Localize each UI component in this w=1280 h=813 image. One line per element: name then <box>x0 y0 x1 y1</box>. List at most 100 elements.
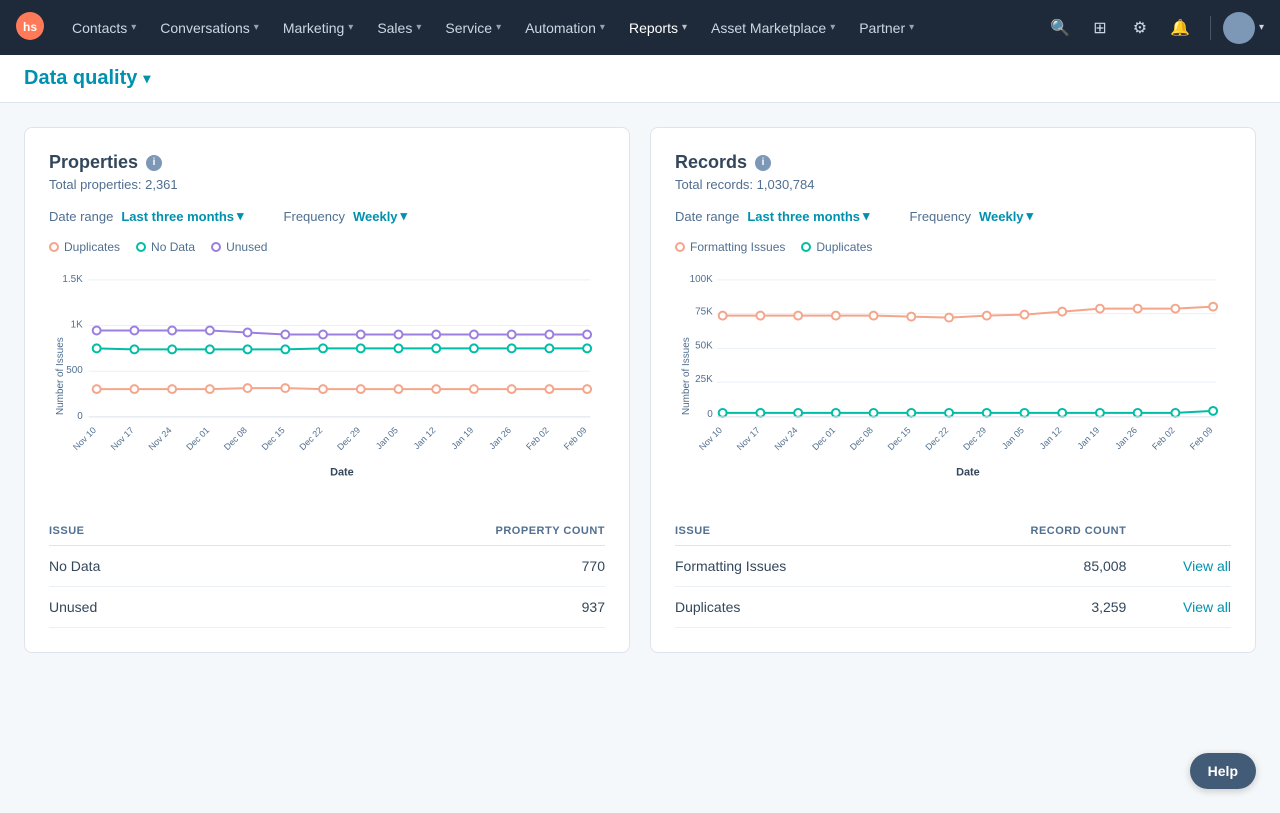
user-menu-button[interactable]: ▾ <box>1223 12 1264 44</box>
formatting-dot <box>832 312 840 320</box>
svg-text:Dec 15: Dec 15 <box>886 425 913 452</box>
formatting-dot <box>1096 305 1104 313</box>
date-range-chevron-icon: ▾ <box>863 208 870 224</box>
records-frequency-picker[interactable]: Weekly ▾ <box>979 208 1033 224</box>
search-button[interactable]: 🔍 <box>1042 10 1078 46</box>
duplicates-dot <box>508 385 516 393</box>
unused-dot <box>93 327 101 335</box>
issue-no-data-count: 770 <box>227 546 605 587</box>
no-data-dot <box>583 344 591 352</box>
formatting-view-all-link[interactable]: View all <box>1183 558 1231 574</box>
svg-text:Dec 01: Dec 01 <box>184 425 211 452</box>
records-chart-svg: Number of Issues 100K 75K 50K 25K 0 <box>675 262 1231 490</box>
issue-no-data-label: No Data <box>49 546 227 587</box>
duplicates-view-all-link[interactable]: View all <box>1183 599 1231 615</box>
records-frequency-label: Frequency <box>910 209 971 224</box>
notifications-button[interactable]: 🔔 <box>1162 10 1198 46</box>
issue-formatting-label: Formatting Issues <box>675 546 917 587</box>
formatting-dot <box>907 313 915 321</box>
unused-dot <box>545 331 553 339</box>
svg-text:Dec 08: Dec 08 <box>848 425 875 452</box>
issue-unused-label: Unused <box>49 587 227 628</box>
nav-partner[interactable]: Partner▾ <box>847 0 926 55</box>
records-dup-dot <box>870 409 878 417</box>
formatting-dot <box>756 312 764 320</box>
main-content: Properties i Total properties: 2,361 Dat… <box>0 103 1280 677</box>
nav-automation[interactable]: Automation▾ <box>513 0 617 55</box>
unused-dot <box>244 329 252 337</box>
marketplace-icon-button[interactable]: ⊞ <box>1082 10 1118 46</box>
svg-text:Date: Date <box>330 466 354 478</box>
table-row: No Data 770 <box>49 546 605 587</box>
svg-text:Dec 22: Dec 22 <box>923 425 950 452</box>
records-card-title: Records i <box>675 152 1231 173</box>
properties-chart-svg: Number of Issues 1.5K 1K 500 0 <box>49 262 605 490</box>
properties-info-icon[interactable]: i <box>146 155 162 171</box>
page-title-chevron-icon: ▾ <box>143 70 150 87</box>
legend-records-duplicates: Duplicates <box>801 240 872 254</box>
svg-text:Number of Issues: Number of Issues <box>55 337 66 415</box>
page-title[interactable]: Data quality ▾ <box>24 67 150 90</box>
nav-marketing[interactable]: Marketing▾ <box>271 0 366 55</box>
svg-text:Nov 10: Nov 10 <box>71 425 98 452</box>
nav-logo[interactable]: hs <box>16 12 44 43</box>
table-row: Formatting Issues 85,008 View all <box>675 546 1231 587</box>
issue-formatting-count: 85,008 <box>917 546 1126 587</box>
svg-text:0: 0 <box>707 409 713 420</box>
formatting-dot <box>794 312 802 320</box>
chevron-icon: ▾ <box>682 22 687 33</box>
svg-text:Jan 26: Jan 26 <box>487 425 513 451</box>
formatting-issues-legend-dot <box>675 242 685 252</box>
properties-card: Properties i Total properties: 2,361 Dat… <box>24 127 630 653</box>
svg-text:Jan 26: Jan 26 <box>1113 425 1139 451</box>
no-data-dot <box>432 344 440 352</box>
records-filters: Date range Last three months ▾ Frequency… <box>675 208 1231 224</box>
duplicates-dot <box>432 385 440 393</box>
duplicates-dot <box>281 384 289 392</box>
no-data-legend-dot <box>136 242 146 252</box>
help-button[interactable]: Help <box>1190 753 1256 789</box>
unused-dot <box>206 327 214 335</box>
nav-contacts[interactable]: Contacts▾ <box>60 0 148 55</box>
records-dup-dot <box>832 409 840 417</box>
no-data-dot <box>93 344 101 352</box>
top-nav: hs Contacts▾ Conversations▾ Marketing▾ S… <box>0 0 1280 55</box>
records-date-range-label: Date range <box>675 209 739 224</box>
svg-text:Feb 09: Feb 09 <box>1188 425 1215 452</box>
unused-dot <box>508 331 516 339</box>
nav-service[interactable]: Service▾ <box>433 0 513 55</box>
svg-text:hs: hs <box>23 20 37 34</box>
duplicates-dot <box>319 385 327 393</box>
chevron-icon: ▾ <box>416 22 421 33</box>
properties-chart: Number of Issues 1.5K 1K 500 0 <box>49 262 605 493</box>
no-data-dot <box>508 344 516 352</box>
svg-text:Nov 10: Nov 10 <box>697 425 724 452</box>
unused-dot <box>357 331 365 339</box>
properties-table: ISSUE PROPERTY COUNT No Data 770 Unused … <box>49 517 605 628</box>
records-dup-dot <box>945 409 953 417</box>
nav-asset-marketplace[interactable]: Asset Marketplace▾ <box>699 0 847 55</box>
svg-text:Dec 08: Dec 08 <box>222 425 249 452</box>
properties-date-range-picker[interactable]: Last three months ▾ <box>121 208 243 224</box>
duplicates-dot <box>357 385 365 393</box>
settings-button[interactable]: ⚙ <box>1122 10 1158 46</box>
no-data-dot <box>168 345 176 353</box>
svg-text:Jan 19: Jan 19 <box>1075 425 1101 451</box>
legend-formatting-issues: Formatting Issues <box>675 240 785 254</box>
records-info-icon[interactable]: i <box>755 155 771 171</box>
nav-divider <box>1210 16 1211 40</box>
nav-reports[interactable]: Reports▾ <box>617 0 699 55</box>
records-date-range-picker[interactable]: Last three months ▾ <box>747 208 869 224</box>
svg-text:Nov 24: Nov 24 <box>146 425 173 452</box>
unused-dot <box>395 331 403 339</box>
issue-unused-count: 937 <box>227 587 605 628</box>
chevron-icon: ▾ <box>909 22 914 33</box>
records-issue-col-header: ISSUE <box>675 517 917 546</box>
duplicates-view-all-cell: View all <box>1126 587 1231 628</box>
duplicates-dot <box>244 384 252 392</box>
properties-frequency-picker[interactable]: Weekly ▾ <box>353 208 407 224</box>
svg-text:Date: Date <box>956 466 980 478</box>
nav-sales[interactable]: Sales▾ <box>365 0 433 55</box>
nav-conversations[interactable]: Conversations▾ <box>148 0 271 55</box>
unused-dot <box>319 331 327 339</box>
